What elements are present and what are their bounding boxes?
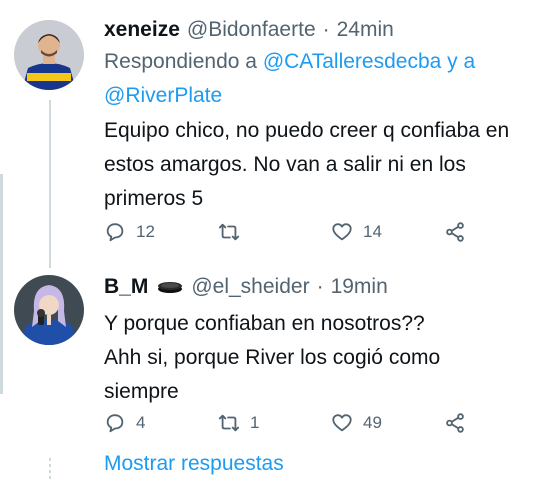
tweet-text: Y porque confiaban en nosotros?? Ahh si,…: [104, 307, 549, 409]
thread-continuation-dots: [49, 458, 51, 482]
like-count: 14: [363, 222, 382, 241]
tweet-text-line: Ahh si, porque River los cogió como: [104, 346, 441, 369]
like-count: 49: [363, 413, 382, 432]
tweet-text-line: siempre: [104, 380, 179, 403]
replying-to: Respondiendo a @CATalleresdecba y a @Riv…: [104, 45, 544, 113]
reply-icon: [106, 414, 124, 433]
retweet-icon: [218, 223, 240, 241]
like-button[interactable]: 49: [331, 410, 382, 436]
like-button[interactable]: 14: [331, 219, 382, 245]
share-button[interactable]: [444, 410, 466, 436]
tweet-header: xeneize @Bidonfaerte · 24min: [104, 18, 394, 42]
reply-count: 12: [136, 222, 155, 241]
tweet-text-line: Y porque confiaban en nosotros??: [104, 312, 425, 335]
avatar-xeneize[interactable]: [14, 20, 84, 90]
replying-to-label: Respondiendo a: [104, 50, 257, 73]
retweet-button[interactable]: 1: [218, 410, 259, 436]
like-icon: [332, 414, 352, 432]
retweet-button[interactable]: [218, 219, 250, 245]
timestamp[interactable]: 19min: [331, 275, 388, 299]
reply-button[interactable]: 12: [104, 219, 155, 245]
hockey-puck-emoji-icon: [158, 282, 183, 293]
tweet-header: B_M @el_sheider · 19min: [104, 275, 388, 299]
reply-count: 4: [136, 413, 146, 432]
thread-connector-line: [49, 100, 51, 268]
show-replies-link[interactable]: Mostrar respuestas: [104, 452, 284, 476]
mention-link[interactable]: @RiverPlate: [104, 84, 222, 107]
mention-link[interactable]: @CATalleresdecba: [263, 50, 442, 73]
display-name[interactable]: B_M: [104, 275, 148, 299]
retweet-icon: [218, 414, 240, 432]
separator-dot: ·: [316, 275, 324, 298]
user-handle[interactable]: @el_sheider: [191, 275, 309, 299]
retweet-count: 1: [250, 413, 260, 432]
tweet-actions: 4 1 49: [104, 410, 484, 436]
avatar-b-m[interactable]: [14, 275, 84, 345]
share-button[interactable]: [444, 219, 466, 245]
reply-button[interactable]: 4: [104, 410, 145, 436]
tweet-text: Equipo chico, no puedo creer q confiaba …: [104, 119, 510, 210]
display-name[interactable]: xeneize: [104, 18, 180, 42]
mention-conjunction: y a: [447, 50, 476, 73]
scrollbar-edge: [0, 174, 3, 394]
like-icon: [332, 223, 352, 241]
timestamp[interactable]: 24min: [337, 18, 394, 42]
reply-icon: [106, 223, 124, 242]
user-handle[interactable]: @Bidonfaerte: [187, 18, 316, 42]
share-icon: [446, 413, 464, 433]
separator-dot: ·: [322, 18, 330, 41]
tweet-actions: 12 14: [104, 219, 484, 245]
share-icon: [446, 222, 464, 242]
